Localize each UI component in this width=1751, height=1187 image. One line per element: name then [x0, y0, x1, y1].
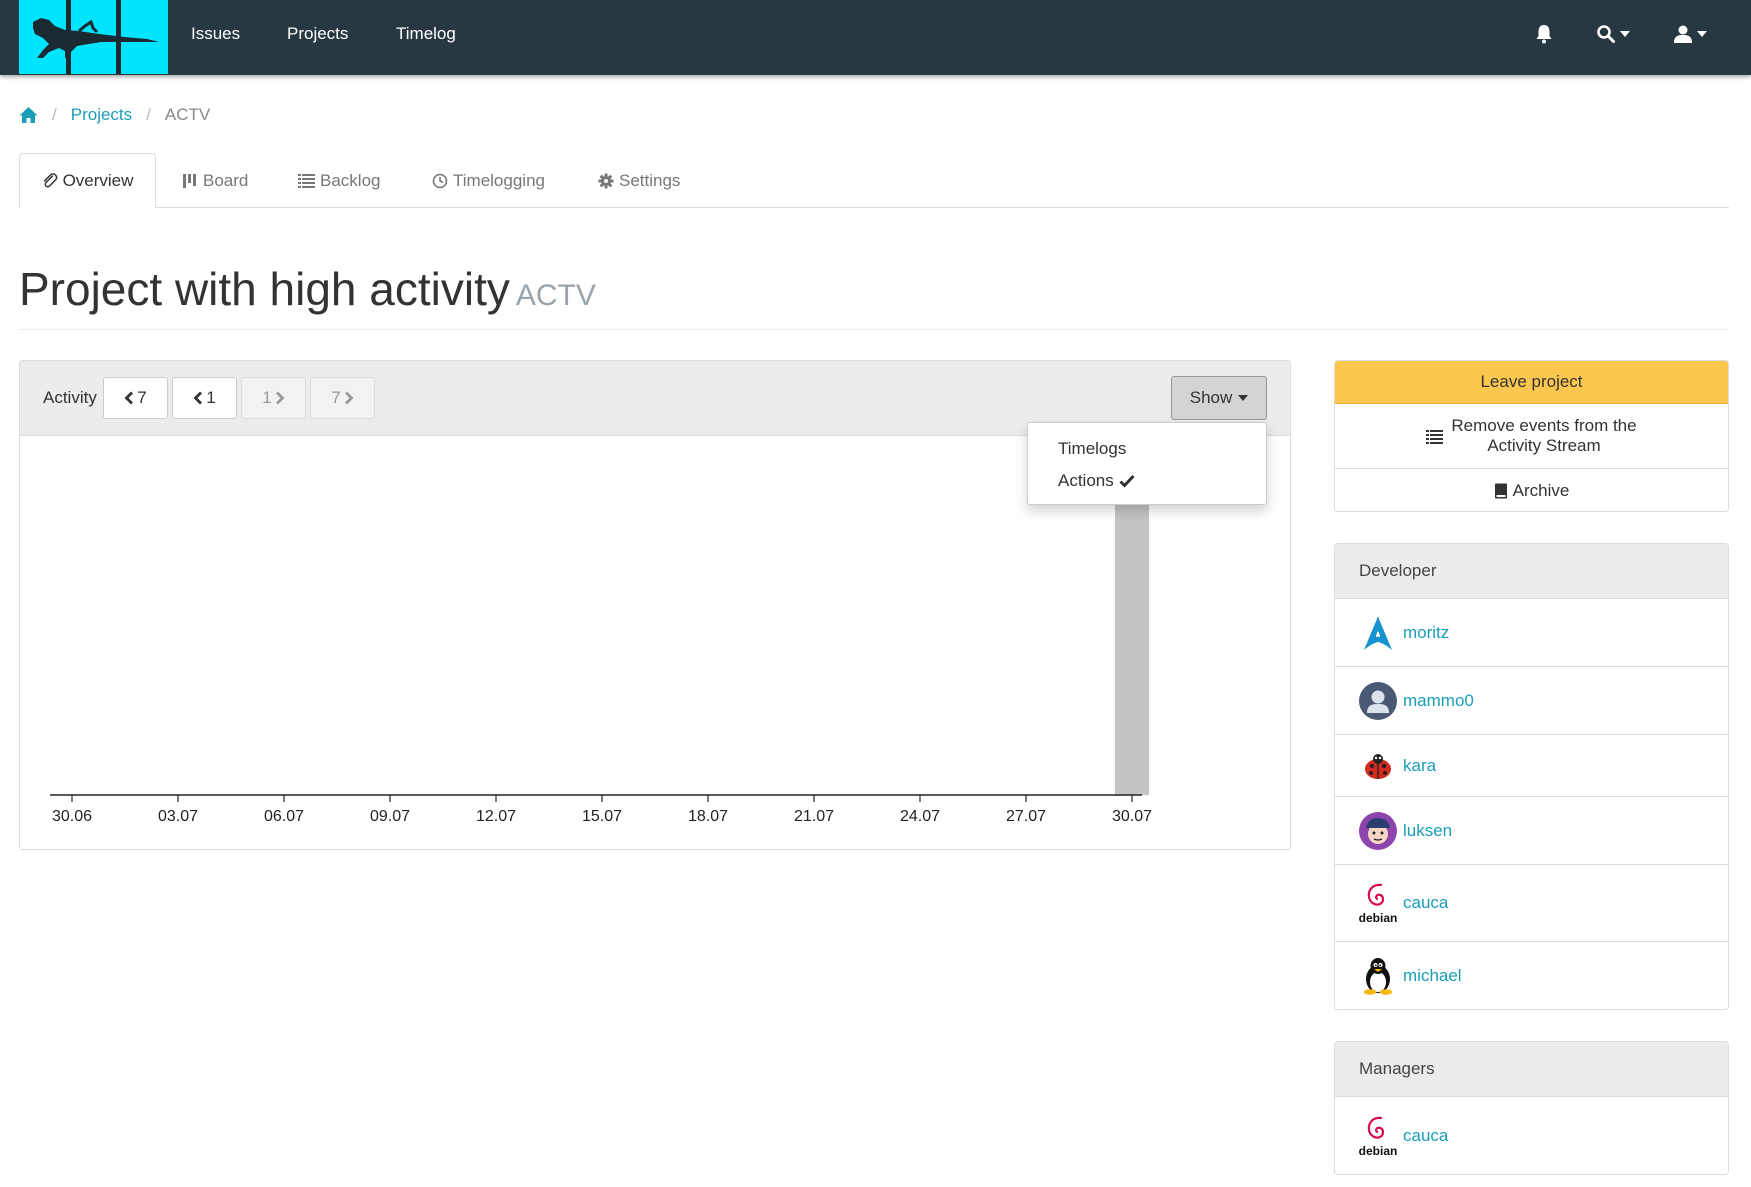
- breadcrumb-separator: /: [146, 105, 151, 124]
- dropdown-item-actions[interactable]: Actions: [1058, 471, 1135, 491]
- panel-heading: Developer: [1335, 544, 1728, 599]
- paperclip-icon: [43, 173, 57, 188]
- tux-penguin-avatar: [1359, 957, 1397, 995]
- top-navbar: Issues Projects Timelog: [0, 0, 1751, 75]
- button-label: Leave project: [1480, 372, 1583, 391]
- list-icon: [1426, 429, 1444, 444]
- button-label-line: Remove events from the: [1451, 416, 1637, 435]
- archive-button[interactable]: Archive: [1335, 469, 1728, 511]
- member-name[interactable]: michael: [1403, 966, 1462, 986]
- x-tick-label: 21.07: [794, 808, 834, 825]
- breadcrumb-separator: /: [52, 105, 57, 124]
- notifications-button[interactable]: [1535, 20, 1553, 48]
- remove-events-button[interactable]: Remove events from the Activity Stream: [1335, 404, 1728, 469]
- x-tick-label: 30.06: [52, 808, 92, 825]
- project-actions: Leave project Remove events from the Acti…: [1334, 360, 1729, 512]
- dropdown-item-timelogs[interactable]: Timelogs: [1058, 439, 1126, 459]
- board-icon: [183, 173, 196, 188]
- dropdown-item-label: Timelogs: [1058, 439, 1127, 458]
- tab-label: Timelogging: [453, 170, 545, 190]
- logo-image: [33, 0, 159, 74]
- gear-icon: [598, 173, 614, 188]
- x-tick-label: 06.07: [264, 808, 304, 825]
- dropdown-item-label: Actions: [1058, 471, 1114, 490]
- arch-linux-avatar: [1359, 614, 1397, 652]
- project-key: ACTV: [515, 279, 596, 312]
- nav-projects[interactable]: Projects: [287, 24, 348, 44]
- member-name[interactable]: mammo0: [1403, 691, 1474, 711]
- member-row: luksen: [1335, 797, 1728, 865]
- x-tick-label: 15.07: [582, 808, 622, 825]
- tab-label: Board: [203, 170, 249, 190]
- user-icon: [1674, 25, 1692, 43]
- breadcrumb: / Projects / ACTV: [19, 103, 210, 127]
- button-label-line: Activity Stream: [1487, 436, 1601, 455]
- user-menu-button[interactable]: [1673, 20, 1708, 48]
- tab-label: Settings: [619, 170, 681, 190]
- member-name[interactable]: moritz: [1403, 623, 1449, 643]
- nav-timelog[interactable]: Timelog: [396, 24, 456, 44]
- x-tick-label: 18.07: [688, 808, 728, 825]
- managers-panel: Managers debian cauca: [1334, 1041, 1729, 1175]
- page-title: Project with high activity ACTV: [19, 262, 596, 316]
- search-icon: [1597, 25, 1615, 43]
- debian-avatar: debian: [1359, 878, 1397, 928]
- member-name[interactable]: kara: [1403, 756, 1436, 776]
- checkmark-icon: [1119, 474, 1135, 488]
- breadcrumb-projects[interactable]: Projects: [71, 105, 132, 125]
- x-tick-label: 30.07: [1112, 808, 1152, 825]
- search-menu-button[interactable]: [1596, 20, 1631, 48]
- member-row: kara: [1335, 735, 1728, 797]
- project-tabs: Overview Board Backlog Timelogging Setti…: [19, 153, 1729, 209]
- show-dropdown-menu: Timelogs Actions: [1027, 422, 1267, 505]
- member-row: mammo0: [1335, 667, 1728, 735]
- x-tick-label: 12.07: [476, 808, 516, 825]
- home-link[interactable]: [19, 106, 38, 124]
- tab-label: Backlog: [320, 170, 381, 190]
- iguana-logo[interactable]: [19, 0, 168, 74]
- tab-settings[interactable]: Settings: [598, 153, 680, 208]
- nav-issues[interactable]: Issues: [191, 24, 240, 44]
- breadcrumb-current: ACTV: [164, 105, 211, 124]
- x-tick-label: 27.07: [1006, 808, 1046, 825]
- member-name[interactable]: cauca: [1403, 1126, 1448, 1146]
- member-name[interactable]: luksen: [1403, 821, 1452, 841]
- project-name: Project with high activity: [19, 263, 510, 315]
- default-user-avatar: [1359, 681, 1397, 720]
- button-label: Archive: [1512, 480, 1570, 500]
- tab-timelogging[interactable]: Timelogging: [432, 153, 545, 208]
- member-name[interactable]: cauca: [1403, 893, 1448, 913]
- bell-icon: [1536, 25, 1552, 44]
- member-row: michael: [1335, 942, 1728, 1009]
- debian-wordmark: debian: [1358, 1143, 1398, 1158]
- caret-down-icon: [1620, 31, 1630, 37]
- button-label: Remove events from the Activity Stream: [1451, 416, 1636, 456]
- home-icon: [19, 107, 38, 123]
- debian-avatar: debian: [1359, 1111, 1397, 1161]
- tab-overview[interactable]: Overview: [19, 153, 156, 209]
- member-row: debian cauca: [1335, 865, 1728, 942]
- leave-project-button[interactable]: Leave project: [1335, 361, 1728, 404]
- x-tick-label: 24.07: [900, 808, 940, 825]
- member-row: debian cauca: [1335, 1097, 1728, 1174]
- ladybug-avatar: [1359, 747, 1397, 785]
- x-tick-label: 03.07: [158, 808, 198, 825]
- x-tick-label: 09.07: [370, 808, 410, 825]
- tab-board[interactable]: Board: [182, 153, 248, 208]
- clock-icon: [432, 173, 448, 188]
- tab-label: Overview: [62, 171, 134, 190]
- list-icon: [298, 174, 315, 188]
- tab-backlog[interactable]: Backlog: [298, 153, 380, 208]
- member-row: moritz: [1335, 599, 1728, 667]
- title-divider: [19, 329, 1729, 330]
- debian-wordmark: debian: [1358, 911, 1398, 925]
- caret-down-icon: [1697, 31, 1707, 37]
- panel-heading: Managers: [1335, 1042, 1728, 1097]
- cartoon-character-avatar: [1359, 811, 1397, 850]
- developer-panel: Developer moritz mammo0 kara luksen debi…: [1334, 543, 1729, 1010]
- book-icon: [1494, 483, 1507, 498]
